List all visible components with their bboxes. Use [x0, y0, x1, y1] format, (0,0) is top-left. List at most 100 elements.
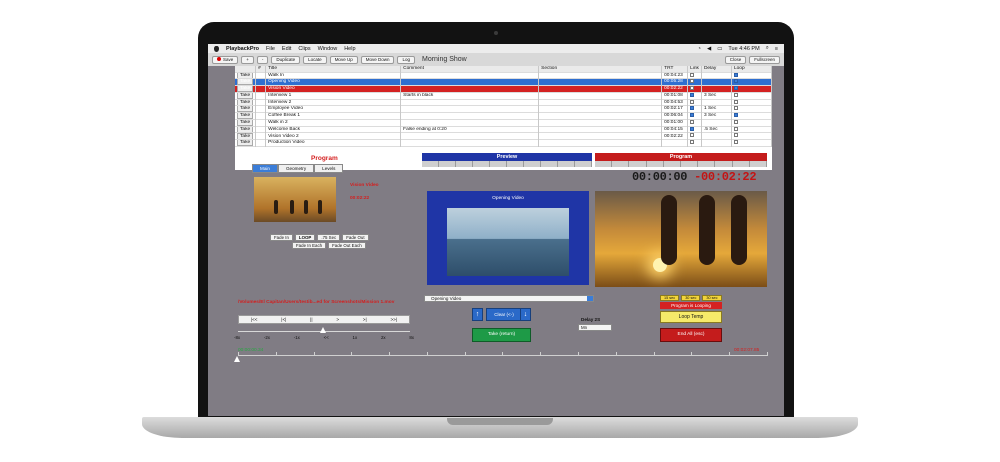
row-delay-select[interactable] [701, 132, 732, 140]
arrow-down-icon[interactable]: ↓ [520, 308, 531, 321]
row-comment[interactable]: Starts in black [400, 92, 540, 100]
row-comment[interactable] [400, 112, 540, 120]
row-comment[interactable] [400, 85, 540, 93]
fade-in-each-button[interactable]: Fade In Each [292, 242, 327, 249]
row-loop-checkbox[interactable] [731, 78, 772, 86]
locate-button[interactable]: Locate [303, 55, 327, 64]
take-button[interactable]: Take [235, 85, 257, 93]
table-row[interactable]: Take Opening Video 00:05:28 [235, 78, 772, 86]
row-title[interactable]: Interview 2 [265, 99, 402, 106]
take-button[interactable]: Take [235, 72, 257, 79]
preview-clip-select[interactable]: Opening Video [424, 295, 594, 302]
row-link-checkbox[interactable] [687, 126, 702, 133]
timer-chip[interactable]: 30 sec [681, 295, 701, 301]
battery-icon[interactable]: ▭ [717, 46, 722, 52]
row-section[interactable] [538, 99, 663, 106]
checkbox[interactable] [690, 133, 695, 138]
step-forward-button[interactable]: >| [363, 317, 367, 322]
checkbox[interactable] [690, 126, 695, 131]
loop-button[interactable]: LOOP [294, 234, 316, 241]
checkbox[interactable] [733, 99, 738, 104]
take-button[interactable]: Take [235, 78, 257, 86]
table-row[interactable]: Take Coffee Break 1 00:06:04 3 Sec [235, 112, 772, 120]
move-down-button[interactable]: Move Down [360, 55, 395, 64]
row-section[interactable] [538, 85, 663, 93]
row-loop-checkbox[interactable] [731, 85, 772, 93]
checkbox[interactable] [733, 79, 738, 84]
checkbox[interactable] [690, 86, 695, 91]
menu-app-name[interactable]: PlaybackPro [226, 46, 259, 52]
checkbox[interactable] [690, 140, 695, 145]
row-title[interactable]: Production Video [265, 139, 402, 147]
take-button[interactable]: Take [235, 92, 257, 100]
checkbox[interactable] [690, 72, 695, 77]
skip-start-button[interactable]: |<< [251, 317, 258, 322]
tab-geometry[interactable]: Geometry [277, 164, 315, 173]
delay-select[interactable]: Mn [578, 324, 612, 331]
row-link-checkbox[interactable] [687, 132, 702, 140]
row-comment[interactable] [400, 78, 540, 86]
menu-help[interactable]: Help [344, 46, 355, 52]
row-loop-checkbox[interactable] [731, 92, 772, 100]
checkbox[interactable] [733, 106, 738, 111]
fade-in-button[interactable]: Fade In [270, 234, 293, 241]
row-delay-select[interactable] [701, 85, 732, 93]
play-button[interactable]: > [336, 317, 339, 322]
tab-levels[interactable]: Levels [314, 164, 344, 173]
move-up-button[interactable]: Move Up [329, 55, 358, 64]
row-section[interactable] [538, 139, 663, 147]
row-section[interactable] [538, 126, 663, 133]
row-link-checkbox[interactable] [687, 112, 702, 120]
wifi-icon[interactable]: ◔ [698, 46, 701, 52]
table-row[interactable]: Take Vision Video 00:02:22 [235, 85, 772, 93]
timeline-playhead[interactable] [234, 356, 240, 362]
row-title[interactable]: Opening Video [265, 78, 402, 86]
timer-chip[interactable]: 15 sec [660, 295, 680, 301]
row-section[interactable] [538, 92, 663, 100]
checkbox[interactable] [733, 126, 738, 131]
clear-button[interactable]: Clear (<-) [486, 308, 522, 321]
row-comment[interactable] [400, 119, 540, 127]
row-link-checkbox[interactable] [687, 85, 702, 93]
row-link-checkbox[interactable] [687, 119, 702, 127]
row-comment[interactable] [400, 99, 540, 106]
checkbox[interactable] [690, 79, 695, 84]
take-button[interactable]: Take [235, 119, 257, 127]
menu-clips[interactable]: Clips [298, 46, 310, 52]
clock[interactable]: Tue 4:46 PM [728, 46, 759, 52]
row-delay-select[interactable]: .5 Sec [701, 126, 732, 133]
add-button[interactable]: + [241, 55, 254, 64]
checkbox[interactable] [733, 86, 738, 91]
row-section[interactable] [538, 112, 663, 120]
timeline-track[interactable] [238, 355, 768, 356]
table-row[interactable]: Take Walk In 00:04:23 [235, 72, 772, 79]
row-title[interactable]: Welcome Back [265, 126, 402, 133]
take-button[interactable]: Take [235, 99, 257, 106]
chevron-down-icon[interactable] [587, 296, 593, 301]
menu-file[interactable]: File [266, 46, 275, 52]
row-delay-select[interactable]: 3 Sec [701, 92, 732, 100]
checkbox[interactable] [733, 119, 738, 124]
table-row[interactable]: Take Interview 1 Starts in black 00:01:08 3 … [235, 92, 772, 100]
row-title[interactable]: Walk in 2 [265, 119, 402, 127]
row-section[interactable] [538, 105, 663, 113]
row-title[interactable]: Walk In [265, 72, 402, 79]
row-loop-checkbox[interactable] [731, 72, 772, 79]
close-button[interactable]: Close [724, 55, 747, 64]
log-button[interactable]: Log [397, 55, 415, 64]
table-row[interactable]: Take Welcome Back False ending at 0:20 00:0… [235, 126, 772, 133]
loop-duration-select[interactable]: .75 Sec [317, 234, 341, 241]
row-delay-select[interactable] [701, 119, 732, 127]
row-link-checkbox[interactable] [687, 139, 702, 147]
take-button[interactable]: Take [235, 112, 257, 120]
duplicate-button[interactable]: Duplicate [271, 55, 301, 64]
row-delay-select[interactable] [701, 99, 732, 106]
row-comment[interactable] [400, 72, 540, 79]
take-button[interactable]: Take [235, 132, 257, 140]
volume-icon[interactable]: ◀ [707, 46, 711, 52]
menu-edit[interactable]: Edit [282, 46, 291, 52]
timer-chip[interactable]: 30 sec [702, 295, 722, 301]
row-loop-checkbox[interactable] [731, 139, 772, 147]
row-comment[interactable]: False ending at 0:20 [400, 126, 540, 133]
row-title[interactable]: Vision Video 2 [265, 132, 402, 140]
